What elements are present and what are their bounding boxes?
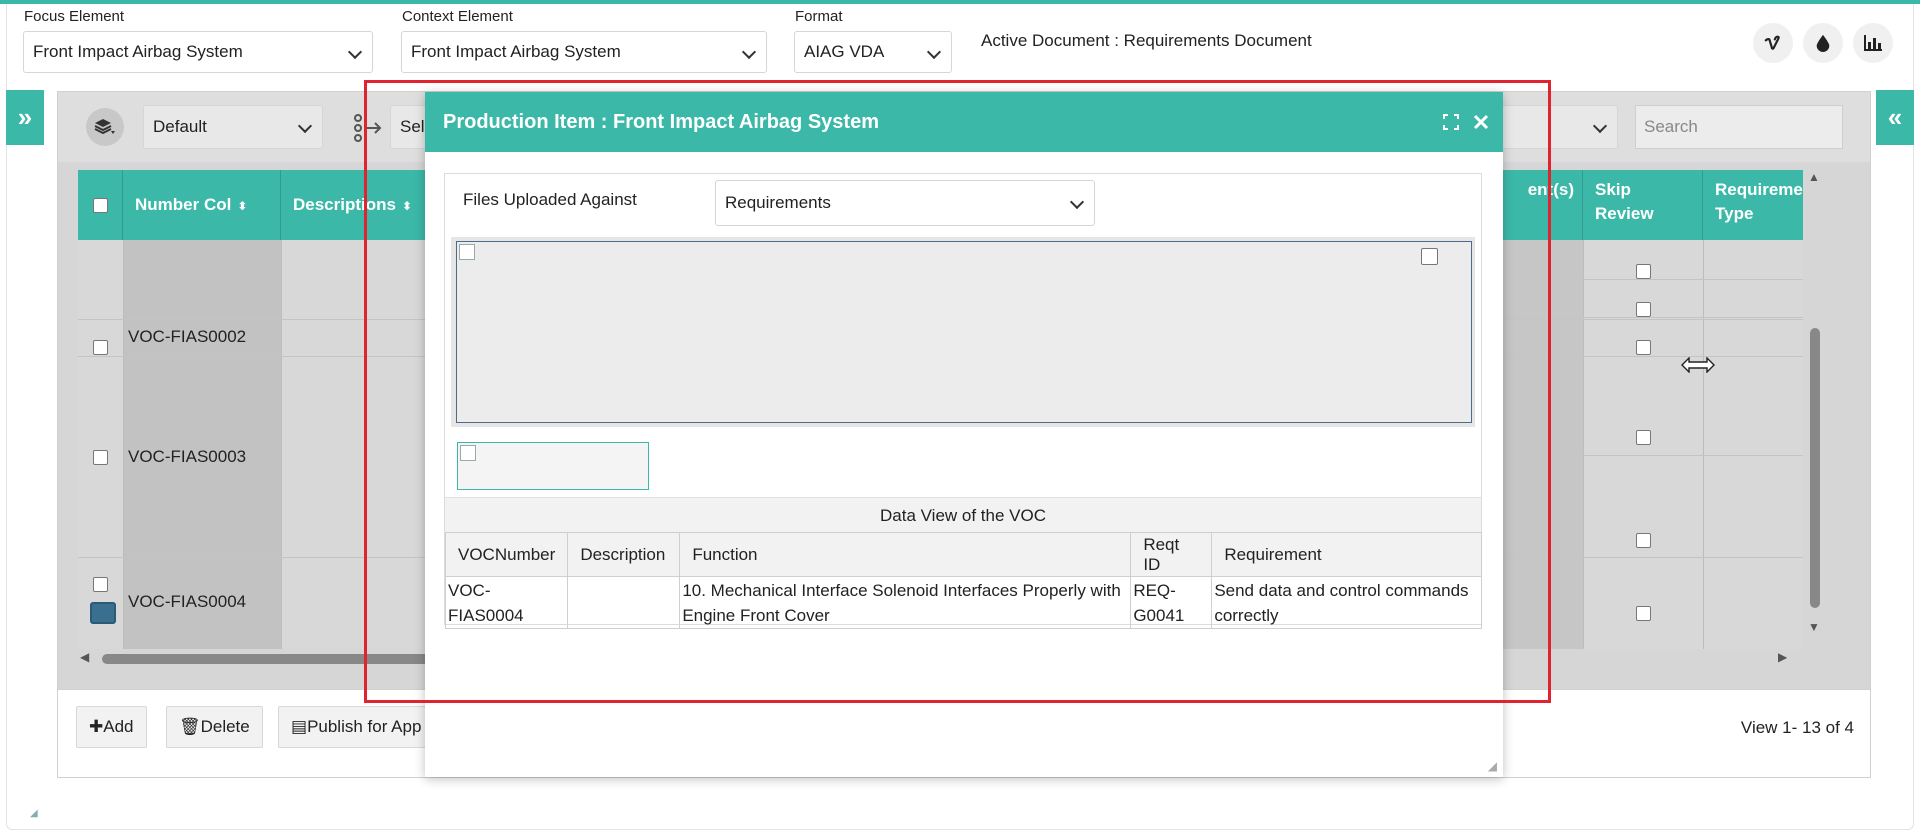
vertical-scrollbar[interactable]: ▲ ▼ <box>1806 170 1822 650</box>
select-all-cell <box>78 170 123 240</box>
drop-button[interactable] <box>1803 23 1843 63</box>
chevron-down-icon <box>347 44 363 60</box>
column-divider <box>1583 240 1584 649</box>
chart-button[interactable] <box>1853 23 1893 63</box>
format-label: Format <box>795 8 843 25</box>
skip-review-checkbox[interactable] <box>1636 606 1651 621</box>
select-all-checkbox[interactable] <box>93 198 108 213</box>
focus-element-select[interactable]: Front Impact Airbag System <box>23 31 373 73</box>
row-checkbox[interactable] <box>93 450 108 465</box>
row-number: VOC-FIAS0002 <box>128 327 247 346</box>
format-select[interactable]: AIAG VDA <box>794 31 952 73</box>
scrollbar-thumb[interactable] <box>1810 328 1820 608</box>
scroll-up-icon[interactable]: ▲ <box>1808 170 1820 184</box>
column-divider <box>281 240 282 649</box>
row-checkbox[interactable] <box>93 340 108 355</box>
chevron-down-icon <box>297 118 313 134</box>
row-divider <box>1583 317 1803 318</box>
skip-review-checkbox[interactable] <box>1636 430 1651 445</box>
column-label: Skip Review <box>1595 180 1654 223</box>
publish-label: Publish for App <box>307 717 422 736</box>
chevron-down-icon <box>741 44 757 60</box>
active-document-label: Active Document : Requirements Document <box>981 31 1312 50</box>
expand-left-toggle[interactable]: » <box>6 90 44 145</box>
delete-label: Delete <box>200 717 250 736</box>
skip-review-checkbox[interactable] <box>1636 264 1651 279</box>
row-number: VOC-FIAS0003 <box>128 447 247 466</box>
context-element-value: Front Impact Airbag System <box>411 42 621 61</box>
vimeo-icon <box>1764 35 1780 50</box>
layers-icon <box>94 119 115 135</box>
add-label: Add <box>103 717 134 736</box>
context-element-select[interactable]: Front Impact Airbag System <box>401 31 767 73</box>
chevron-down-icon <box>1592 118 1608 134</box>
image-icon[interactable] <box>90 602 116 624</box>
row-divider <box>1583 455 1803 456</box>
column-requirement-type[interactable]: Requireme Type <box>1703 170 1803 240</box>
resize-handle-icon[interactable]: ◢ <box>1488 759 1497 773</box>
double-chevron-left-icon: « <box>1887 102 1903 132</box>
number-column-bg <box>123 240 281 649</box>
chevron-down-icon <box>926 44 942 60</box>
plus-icon: ✚ <box>89 717 104 736</box>
column-divider <box>123 240 124 649</box>
bar-chart-icon <box>1864 35 1882 51</box>
focus-element-value: Front Impact Airbag System <box>33 42 243 61</box>
focus-element-label: Focus Element <box>24 8 125 25</box>
skip-review-checkbox[interactable] <box>1636 340 1651 355</box>
search-input[interactable]: Search <box>1635 105 1843 149</box>
column-label: Requireme Type <box>1715 180 1803 223</box>
column-skip-review[interactable]: Skip Review <box>1583 170 1703 240</box>
layers-button[interactable] <box>86 108 124 146</box>
format-value: AIAG VDA <box>804 42 885 61</box>
resize-cursor-icon <box>1681 357 1715 373</box>
add-button[interactable]: ✚Add <box>76 706 147 748</box>
skip-review-checkbox[interactable] <box>1636 302 1651 317</box>
view-select-value: Default <box>153 117 207 136</box>
drop-icon <box>1816 34 1830 52</box>
corner-grip-icon: ◢ <box>30 808 38 819</box>
scroll-right-icon[interactable]: ▶ <box>1778 650 1787 664</box>
view-count: View 1- 13 of 4 <box>1740 718 1854 737</box>
double-chevron-right-icon: » <box>17 102 33 132</box>
vimeo-button[interactable] <box>1753 23 1793 63</box>
expand-right-toggle[interactable]: « <box>1876 90 1914 145</box>
context-element-label: Context Element <box>402 8 513 25</box>
delete-button[interactable]: 🗑Delete <box>166 706 263 748</box>
sort-icon: ⬍ <box>237 198 248 213</box>
view-select[interactable]: Default <box>143 105 323 149</box>
scroll-down-icon[interactable]: ▼ <box>1808 620 1820 634</box>
column-divider <box>1703 240 1704 649</box>
column-label: Number Col <box>135 195 232 214</box>
row-checkbox[interactable] <box>93 577 108 592</box>
scroll-left-icon[interactable]: ◀ <box>80 650 89 664</box>
row-divider <box>1583 279 1803 280</box>
row-number: VOC-FIAS0004 <box>128 592 247 611</box>
publish-button[interactable]: ▤Publish for App <box>278 706 428 748</box>
publish-icon: ▤ <box>291 717 308 736</box>
column-number-col[interactable]: Number Col ⬍ <box>123 170 281 240</box>
skip-review-checkbox[interactable] <box>1636 533 1651 548</box>
highlight-box <box>364 80 1551 703</box>
trash-icon: 🗑 <box>179 717 201 736</box>
